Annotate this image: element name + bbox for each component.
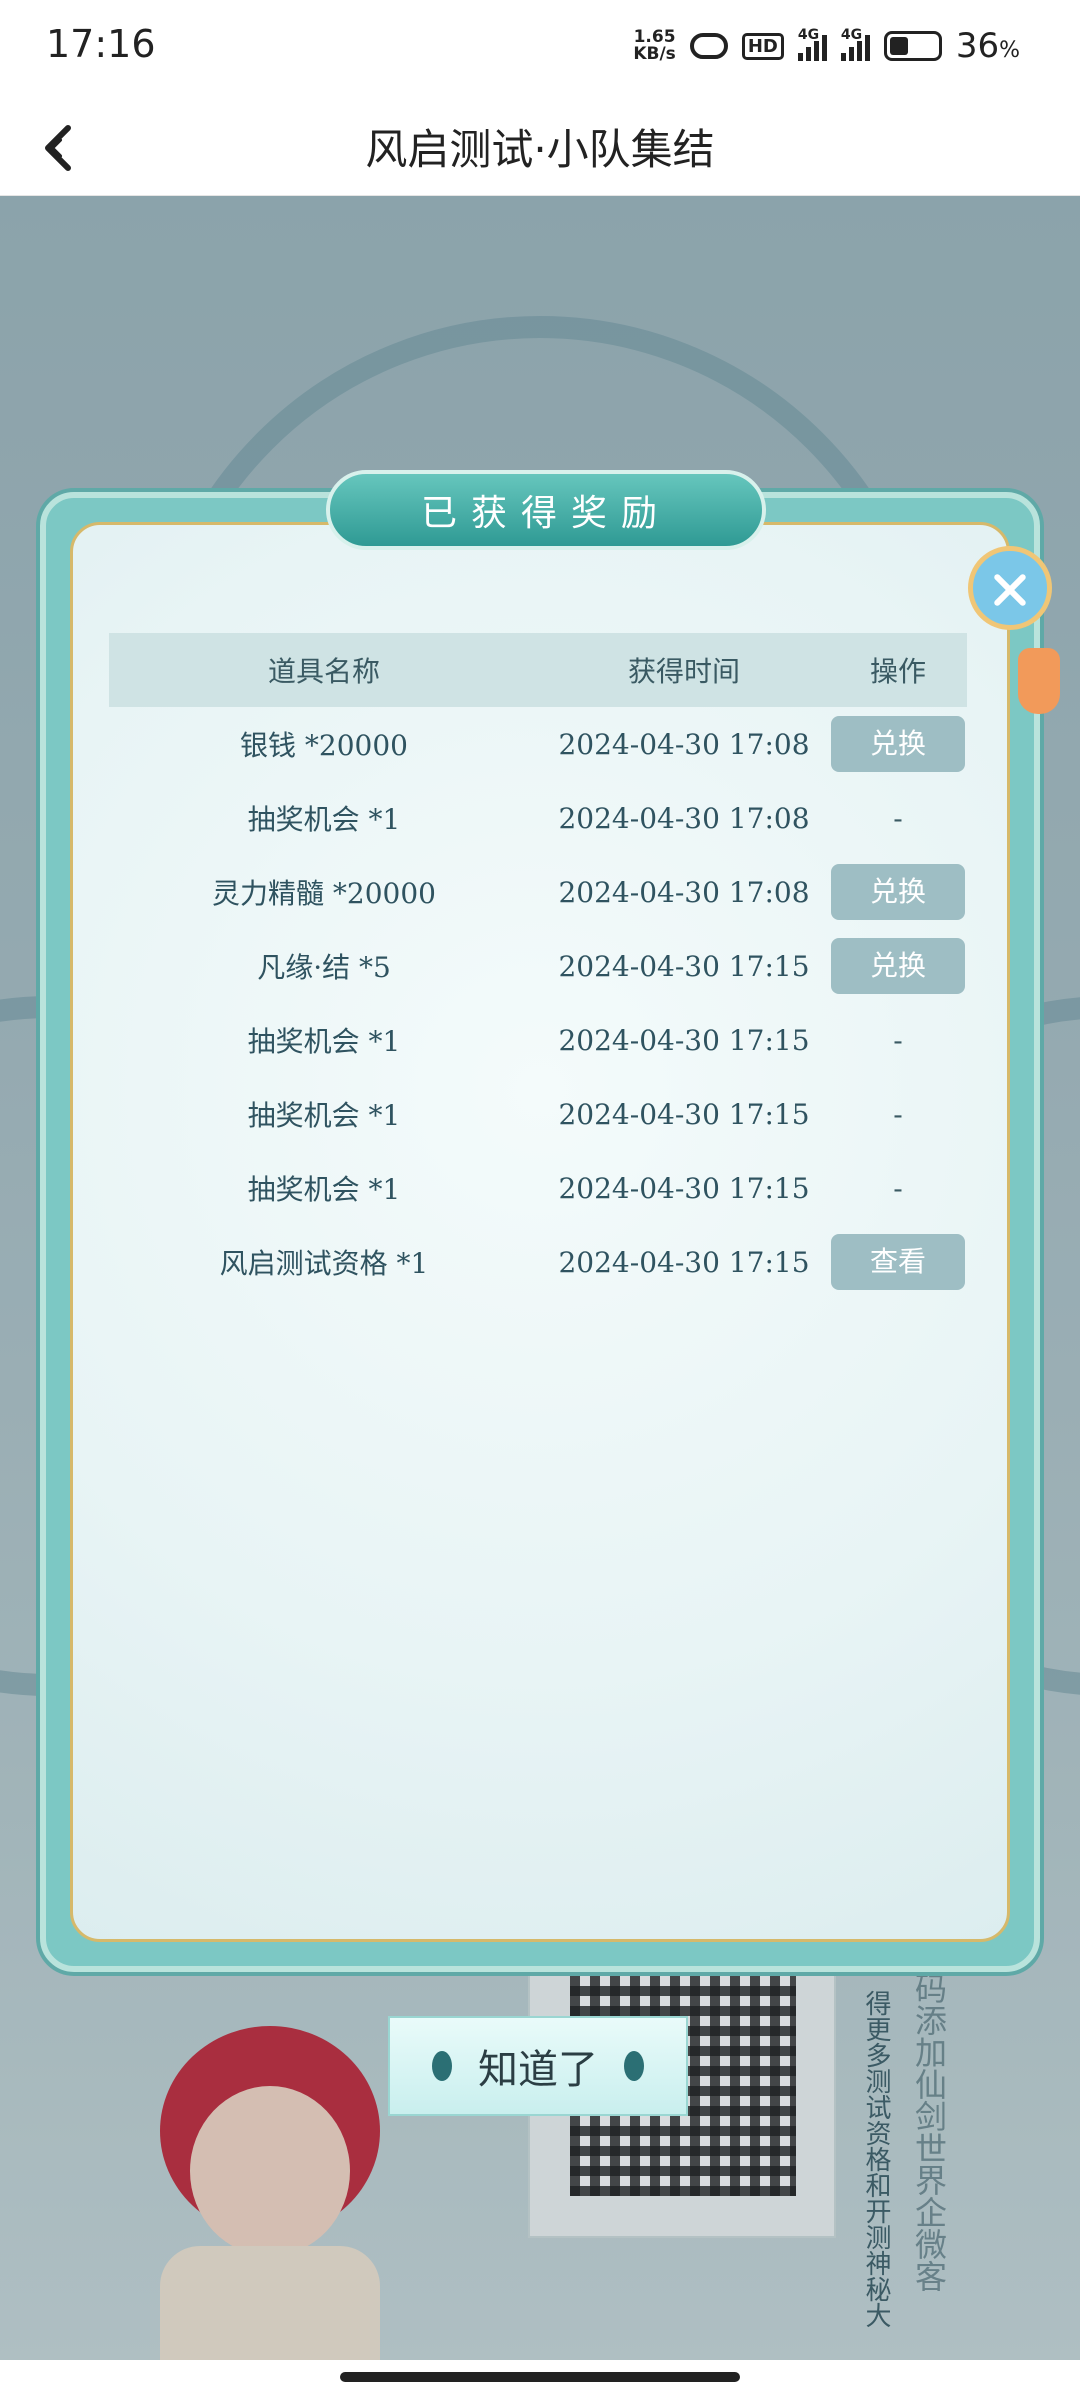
battery-percent-value: 36 — [955, 26, 1000, 66]
link-icon — [689, 33, 728, 59]
rewards-modal: 道具名称 获得时间 操作 银钱 *20000 2024-04-30 17:08 … — [40, 470, 1060, 1972]
obtain-time: 2024-04-30 17:08 — [558, 727, 810, 761]
column-header-item-name: 道具名称 — [267, 655, 380, 688]
home-indicator[interactable] — [340, 2372, 740, 2382]
status-time: 17:16 — [46, 22, 156, 66]
rewards-table: 道具名称 获得时间 操作 银钱 *20000 2024-04-30 17:08 … — [109, 633, 967, 1299]
obtain-time: 2024-04-30 17:15 — [558, 1171, 810, 1205]
item-name: 凡缘·结 *5 — [257, 951, 391, 984]
item-name: 抽奖机会 *1 — [247, 1099, 401, 1132]
leaf-left-icon — [432, 2051, 452, 2081]
table-row: 银钱 *20000 2024-04-30 17:08 兑换 — [109, 707, 967, 781]
table-row: 抽奖机会 *1 2024-04-30 17:15 - — [109, 1077, 967, 1151]
obtain-time: 2024-04-30 17:15 — [558, 1097, 810, 1131]
signal-icon: 4G — [797, 27, 827, 61]
table-row: 抽奖机会 *1 2024-04-30 17:08 - — [109, 781, 967, 855]
obtain-time: 2024-04-30 17:15 — [558, 1023, 810, 1057]
column-header-time: 获得时间 — [627, 655, 740, 688]
obtain-time: 2024-04-30 17:15 — [558, 1245, 810, 1279]
signal-label: 4G — [797, 27, 820, 43]
signal-icon-2: 4G — [840, 27, 870, 61]
modal-title: 已获得奖励 — [420, 493, 671, 534]
obtain-time: 2024-04-30 17:15 — [558, 949, 810, 983]
exchange-button[interactable]: 兑换 — [831, 864, 965, 920]
obtain-time: 2024-04-30 17:08 — [558, 875, 810, 909]
confirm-button[interactable]: 知道了 — [388, 2016, 688, 2116]
item-name: 抽奖机会 *1 — [247, 803, 401, 836]
tassel-icon — [1018, 648, 1060, 714]
view-button[interactable]: 查看 — [831, 1234, 965, 1290]
exchange-button[interactable]: 兑换 — [831, 938, 965, 994]
table-row: 抽奖机会 *1 2024-04-30 17:15 - — [109, 1151, 967, 1225]
signal-label-2: 4G — [840, 27, 863, 43]
battery-percent: 36% — [956, 26, 1020, 66]
confirm-button-label: 知道了 — [478, 2047, 598, 2093]
network-speed: 1.65 KB/s — [633, 29, 675, 63]
modal-title-ribbon: 已获得奖励 — [326, 470, 766, 550]
close-charm-icon[interactable] — [968, 546, 1052, 630]
rewards-panel: 道具名称 获得时间 操作 银钱 *20000 2024-04-30 17:08 … — [70, 522, 1010, 1942]
item-name: 银钱 *20000 — [240, 729, 408, 762]
column-header-action: 操作 — [869, 655, 926, 688]
hd-icon: HD — [741, 32, 784, 60]
no-action: - — [893, 1097, 903, 1131]
table-header-row: 道具名称 获得时间 操作 — [109, 633, 967, 707]
item-name: 抽奖机会 *1 — [247, 1173, 401, 1206]
exchange-button[interactable]: 兑换 — [831, 716, 965, 772]
item-name: 灵力精髓 *20000 — [212, 877, 436, 910]
status-icons: 1.65 KB/s HD 4G 4G 36% — [633, 26, 1020, 66]
battery-percent-unit: % — [999, 38, 1020, 63]
no-action: - — [893, 1171, 903, 1205]
obtain-time: 2024-04-30 17:08 — [558, 801, 810, 835]
battery-icon — [883, 31, 942, 61]
network-speed-unit: KB/s — [633, 44, 676, 64]
table-row: 凡缘·结 *5 2024-04-30 17:15 兑换 — [109, 929, 967, 1003]
no-action: - — [893, 801, 903, 835]
item-name: 风启测试资格 *1 — [219, 1247, 429, 1280]
item-name: 抽奖机会 *1 — [247, 1025, 401, 1058]
status-bar: 17:16 1.65 KB/s HD 4G 4G 36% — [0, 0, 1080, 96]
leaf-right-icon — [624, 2051, 644, 2081]
no-action: - — [893, 1023, 903, 1057]
table-row: 风启测试资格 *1 2024-04-30 17:15 查看 — [109, 1225, 967, 1299]
table-row: 灵力精髓 *20000 2024-04-30 17:08 兑换 — [109, 855, 967, 929]
top-nav-bar: 风启测试·小队集结 — [0, 96, 1080, 196]
page-title: 风启测试·小队集结 — [365, 125, 715, 174]
table-row: 抽奖机会 *1 2024-04-30 17:15 - — [109, 1003, 967, 1077]
